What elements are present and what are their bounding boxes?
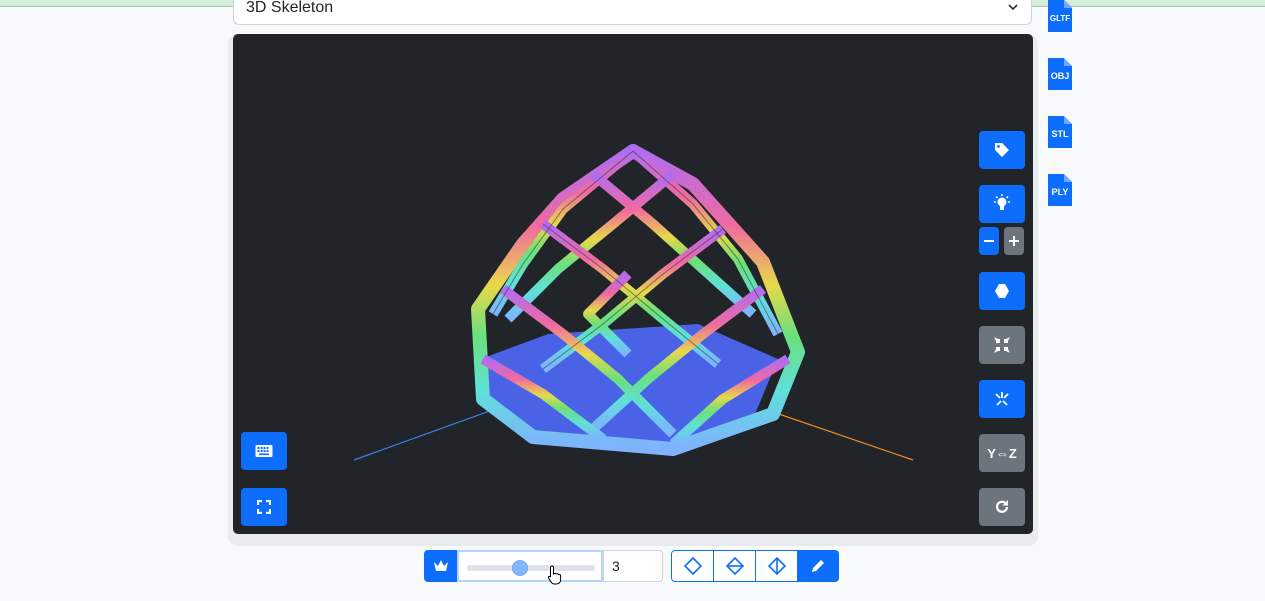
diamond-vertical-icon xyxy=(767,557,786,575)
export-ply-button[interactable]: PLY xyxy=(1048,174,1072,206)
faces-toggle-button[interactable] xyxy=(979,272,1025,310)
level-input[interactable]: 3 xyxy=(603,550,663,582)
diamond-horizontal-button[interactable] xyxy=(713,550,756,582)
diamond-icon xyxy=(683,557,702,575)
swap-yz-button[interactable]: Y⇔Z xyxy=(979,434,1025,472)
keyboard-icon xyxy=(255,445,273,457)
pencil-icon xyxy=(812,560,824,572)
hand-cursor-icon xyxy=(547,565,562,585)
swap-yz-label: Y⇔Z xyxy=(987,445,1017,461)
slider-track xyxy=(467,565,595,571)
skeleton-model-render xyxy=(353,144,914,461)
3d-viewport[interactable]: Y⇔Z xyxy=(233,34,1033,534)
lighting-button[interactable] xyxy=(979,185,1025,223)
decrease-light-button[interactable] xyxy=(979,227,999,255)
obj-label: OBJ xyxy=(1050,71,1070,81)
edit-button[interactable] xyxy=(797,550,839,582)
fullscreen-button[interactable] xyxy=(241,488,287,526)
explode-button[interactable] xyxy=(979,380,1025,418)
compress-button[interactable] xyxy=(979,326,1025,364)
fullscreen-icon xyxy=(257,500,271,514)
diamond-horizontal-icon xyxy=(725,557,744,575)
crown-icon xyxy=(433,560,448,571)
export-obj-button[interactable]: OBJ xyxy=(1048,58,1072,90)
plus-icon xyxy=(1009,236,1019,246)
slider-thumb[interactable] xyxy=(511,560,528,576)
tag-icon xyxy=(995,143,1009,157)
export-gltf-button[interactable]: GLTF xyxy=(1048,0,1072,32)
export-stl-button[interactable]: STL xyxy=(1048,116,1072,148)
chevron-down-icon xyxy=(1008,4,1018,11)
ply-label: PLY xyxy=(1051,187,1069,197)
model-type-select[interactable]: 3D Skeleton xyxy=(233,0,1032,25)
level-slider[interactable] xyxy=(457,550,603,582)
diamond-vertical-button[interactable] xyxy=(755,550,798,582)
stl-label: STL xyxy=(1051,129,1069,139)
reset-view-button[interactable] xyxy=(979,488,1025,526)
polygon-icon xyxy=(995,284,1009,298)
minus-icon xyxy=(984,240,994,242)
lightbulb-icon xyxy=(994,194,1010,210)
compress-icon xyxy=(994,337,1010,353)
gltf-label: GLTF xyxy=(1049,14,1071,23)
keyboard-button[interactable] xyxy=(241,432,287,470)
labels-button[interactable] xyxy=(979,131,1025,169)
model-type-value: 3D Skeleton xyxy=(246,0,334,16)
explode-icon xyxy=(995,392,1009,406)
crown-button[interactable] xyxy=(424,550,457,582)
rotate-icon xyxy=(995,500,1009,513)
increase-light-button[interactable] xyxy=(1004,227,1024,255)
view-mode-group xyxy=(671,550,839,582)
diamond-button[interactable] xyxy=(671,550,714,582)
